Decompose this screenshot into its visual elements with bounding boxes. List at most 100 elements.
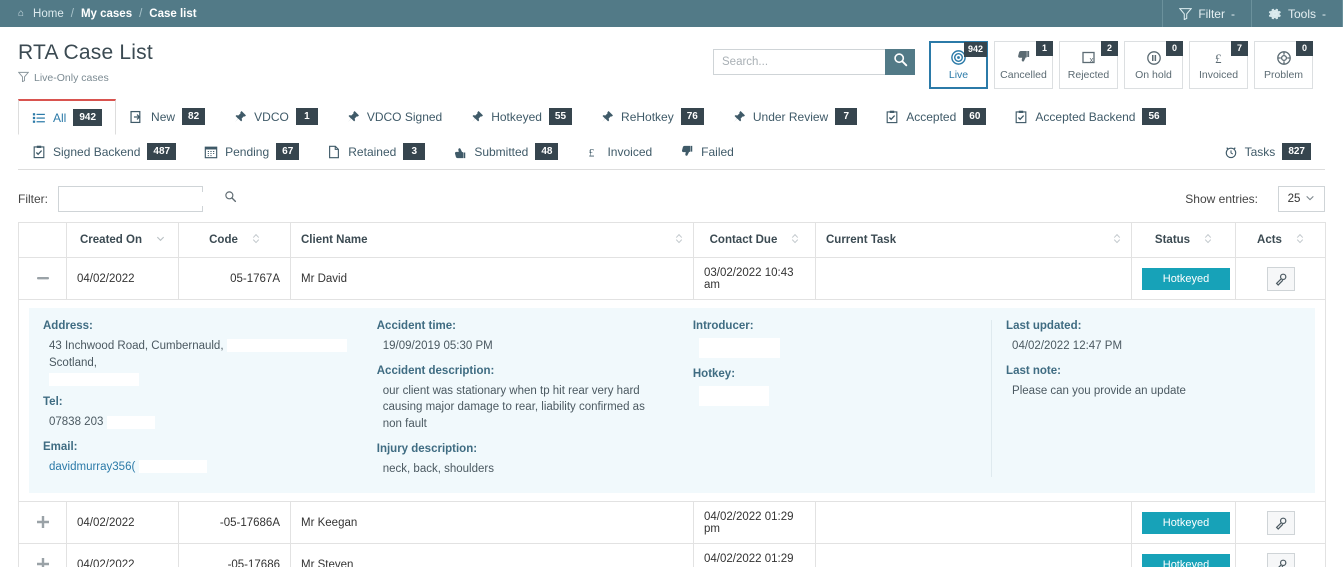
breadcrumb-home[interactable]: Home xyxy=(33,8,64,20)
cell-created-on: 04/02/2022 xyxy=(67,502,179,544)
sort-desc-icon xyxy=(156,234,165,246)
expand-icon[interactable] xyxy=(34,555,52,567)
tab-count: 48 xyxy=(535,143,558,160)
tools-menu-button[interactable]: Tools - xyxy=(1251,0,1343,27)
status-button-on-hold[interactable]: 0 On hold xyxy=(1124,41,1183,89)
tab-label: Hotkeyed xyxy=(491,110,542,124)
tab-label: Pending xyxy=(225,145,269,159)
breadcrumb-case-list[interactable]: Case list xyxy=(149,8,196,20)
tab-vdco-signed[interactable]: VDCO Signed xyxy=(332,99,456,134)
row-expander-cell[interactable] xyxy=(19,258,67,300)
cell-client-name: Mr David xyxy=(291,258,694,300)
tab-tasks[interactable]: Tasks 827 xyxy=(1210,134,1325,169)
address-value: 43 Inchwood Road, Cumbernauld, Scotland, xyxy=(43,338,349,386)
case-table: Created On Code xyxy=(18,222,1326,567)
status-badge[interactable]: Hotkeyed xyxy=(1142,512,1230,534)
tab-count: 67 xyxy=(276,143,299,160)
tab-under-review[interactable]: Under Review 7 xyxy=(718,99,871,134)
tab-pending[interactable]: Pending 67 xyxy=(190,134,313,169)
tel-value-wrap: 07838 203 xyxy=(43,414,349,431)
show-entries-label: Show entries: xyxy=(1185,192,1258,206)
tab-invoiced[interactable]: £ Invoiced xyxy=(572,134,666,169)
table-body: 04/02/2022 05-1767A Mr David 03/02/2022 … xyxy=(19,258,1326,567)
cell-contact-due: 04/02/2022 01:29 pm xyxy=(694,544,816,567)
status-button-problem[interactable]: 0 Problem xyxy=(1254,41,1313,89)
list-icon xyxy=(32,111,46,125)
wrench-gear-icon[interactable] xyxy=(1267,553,1295,567)
tab-hotkeyed[interactable]: Hotkeyed 55 xyxy=(456,99,586,134)
cell-current-task xyxy=(816,502,1132,544)
pound-icon: £ xyxy=(1211,49,1227,66)
column-label: Current Task xyxy=(826,234,896,246)
status-badge[interactable]: Hotkeyed xyxy=(1142,268,1230,290)
column-header-acts[interactable]: Acts xyxy=(1236,223,1326,258)
row-expander-cell[interactable] xyxy=(19,502,67,544)
row-expander-cell[interactable] xyxy=(19,544,67,567)
tab-submitted[interactable]: Submitted 48 xyxy=(439,134,572,169)
filter-menu-label: Filter xyxy=(1198,7,1225,21)
tab-rehotkey[interactable]: ReHotkey 76 xyxy=(586,99,718,134)
breadcrumb-my-cases[interactable]: My cases xyxy=(81,8,132,20)
column-label: Code xyxy=(209,234,238,246)
collapse-icon[interactable] xyxy=(34,269,52,287)
column-header-current-task[interactable]: Current Task xyxy=(816,223,1132,258)
header-actions: 942 Live 1 Cancelled 2 x Rejecte xyxy=(713,41,1325,89)
title-block: RTA Case List Live-Only cases xyxy=(18,41,153,85)
document-icon xyxy=(327,145,341,159)
table-row[interactable]: 04/02/2022 05-1767A Mr David 03/02/2022 … xyxy=(19,258,1326,300)
email-value-wrap[interactable]: davidmurray356( xyxy=(43,459,349,476)
tel-value: 07838 203 xyxy=(49,416,103,428)
pin-icon xyxy=(600,110,614,124)
tab-bar-wrap: All 942 New 82 VDCO 1 VDCO Signed xyxy=(0,89,1343,170)
tab-failed[interactable]: Failed xyxy=(666,134,748,169)
column-header-code[interactable]: Code xyxy=(179,223,291,258)
tab-accepted-backend[interactable]: Accepted Backend 56 xyxy=(1000,99,1179,134)
wrench-gear-icon[interactable] xyxy=(1267,511,1295,535)
table-detail-row: Address: 43 Inchwood Road, Cumbernauld, … xyxy=(19,300,1326,502)
expand-icon[interactable] xyxy=(34,513,52,531)
address-part2: Scotland, xyxy=(49,357,97,369)
thumbs-up-icon xyxy=(453,145,467,159)
filter-caret: - xyxy=(1231,7,1235,21)
show-entries-select[interactable]: 25 xyxy=(1278,186,1325,212)
column-header-contact-due[interactable]: Contact Due xyxy=(694,223,816,258)
status-badge[interactable]: Hotkeyed xyxy=(1142,554,1230,567)
column-label: Acts xyxy=(1257,234,1282,246)
column-header-created-on[interactable]: Created On xyxy=(67,223,179,258)
filter-menu-button[interactable]: Filter - xyxy=(1162,0,1251,27)
tab-signed-backend[interactable]: Signed Backend 487 xyxy=(18,134,190,169)
tab-accepted[interactable]: Accepted 60 xyxy=(871,99,1000,134)
case-detail-panel: Address: 43 Inchwood Road, Cumbernauld, … xyxy=(19,300,1326,502)
status-button-cancelled[interactable]: 1 Cancelled xyxy=(994,41,1053,89)
filter-input[interactable] xyxy=(66,192,224,206)
tab-new[interactable]: New 82 xyxy=(116,99,219,134)
search-input[interactable] xyxy=(713,49,885,75)
tab-retained[interactable]: Retained 3 xyxy=(313,134,439,169)
status-button-rejected[interactable]: 2 x Rejected xyxy=(1059,41,1118,89)
tab-all[interactable]: All 942 xyxy=(18,99,116,135)
filter-funnel-icon xyxy=(1179,7,1192,20)
column-header-status[interactable]: Status xyxy=(1132,223,1236,258)
status-button-invoiced[interactable]: 7 £ Invoiced xyxy=(1189,41,1248,89)
tab-label: Tasks xyxy=(1245,145,1276,159)
filter-label: Filter: xyxy=(18,192,48,206)
cell-acts xyxy=(1236,258,1326,300)
column-header-client-name[interactable]: Client Name xyxy=(291,223,694,258)
status-button-live[interactable]: 942 Live xyxy=(929,41,988,89)
tab-vdco[interactable]: VDCO 1 xyxy=(219,99,332,134)
status-button-label: Problem xyxy=(1264,69,1303,81)
injury-description-value: neck, back, shoulders xyxy=(377,461,665,478)
table-row[interactable]: 04/02/2022 -05-17686A Mr Keegan 04/02/20… xyxy=(19,502,1326,544)
tab-count: 1 xyxy=(296,108,318,125)
svg-text:x: x xyxy=(1089,55,1093,64)
status-button-badge: 0 xyxy=(1296,41,1313,56)
table-row[interactable]: 04/02/2022 -05-17686 Mr Steven 04/02/202… xyxy=(19,544,1326,567)
status-button-badge: 7 xyxy=(1231,41,1248,56)
accident-description-value: our client was stationary when tp hit re… xyxy=(377,383,665,433)
wrench-gear-icon[interactable] xyxy=(1267,267,1295,291)
tab-count: 827 xyxy=(1282,143,1311,160)
page-header: RTA Case List Live-Only cases 942 xyxy=(0,27,1343,89)
search-button[interactable] xyxy=(885,49,915,75)
alarm-clock-icon xyxy=(1224,145,1238,159)
column-label: Created On xyxy=(80,234,142,246)
